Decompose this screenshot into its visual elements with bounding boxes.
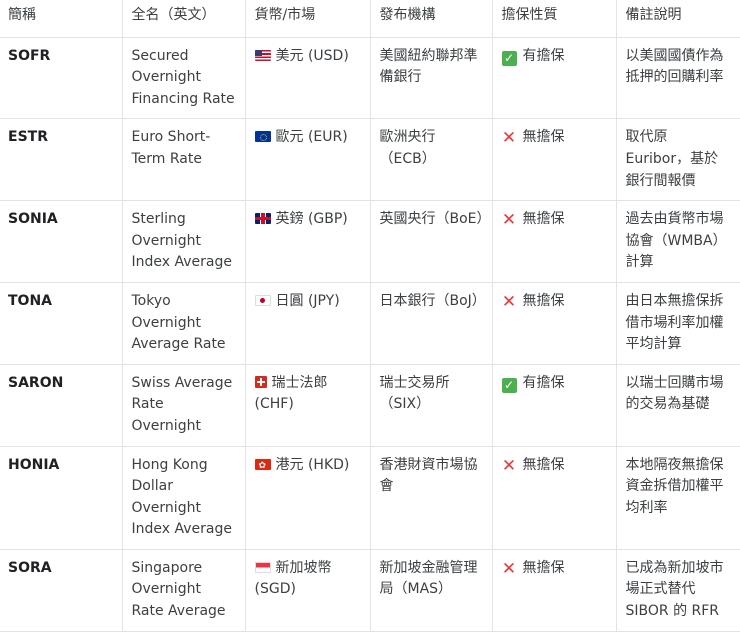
cell-issuer: 英國央行（BoE） <box>369 200 492 283</box>
cell-secured: ✕ 無擔保 <box>491 446 616 550</box>
gb-flag-icon <box>254 213 271 225</box>
sg-flag-icon <box>254 561 271 573</box>
table-row: SARON Swiss Average Rate Overnight 瑞士法郎 (C… <box>0 364 740 447</box>
cell-note: 由日本無擔保拆借市場利率加權平均計算 <box>615 282 740 365</box>
table-row: SONIA Sterling Overnight Index Average 英鎊 … <box>0 200 740 283</box>
secured-label: 有擔保 <box>522 47 565 64</box>
table-row: HONIA Hong Kong Dollar Overnight Index Av… <box>0 446 740 550</box>
rfr-table: 簡稱 全名（英文） 貨幣/市場 發布機構 擔保性質 備註說明 SOFR Secur… <box>0 0 740 632</box>
cross-icon: ✕ <box>501 210 517 231</box>
cell-note: 取代原 Euribor，基於銀行間報價 <box>615 118 740 202</box>
table-row: ESTR Euro Short-Term Rate 歐元 (EUR) 歐洲央行（ECB… <box>0 118 740 202</box>
cell-name: Swiss Average Rate Overnight <box>121 364 245 447</box>
cell-currency: 英鎊 (GBP) <box>244 200 370 283</box>
cell-currency: 瑞士法郎 (CHF) <box>244 364 370 447</box>
currency-label: 英鎊 (GBP) <box>275 211 348 228</box>
check-icon: ✓ <box>501 50 517 66</box>
jp-flag-icon <box>254 294 271 306</box>
cell-note: 已成為新加坡市場正式替代 SIBOR 的 RFR <box>615 549 740 632</box>
hk-flag-icon <box>254 458 271 470</box>
cell-name: Singapore Overnight Rate Average <box>121 549 245 632</box>
cell-secured: ✓ 有擔保 <box>491 364 616 447</box>
cell-abbr: SONIA <box>0 200 122 283</box>
cell-secured: ✕ 無擔保 <box>491 549 616 632</box>
header-abbr: 簡稱 <box>0 0 122 38</box>
cell-name: Hong Kong Dollar Overnight Index Average <box>121 446 245 550</box>
currency-label: 日圓 (JPY) <box>275 292 340 309</box>
cell-name: Secured Overnight Financing Rate <box>121 37 245 120</box>
cell-abbr: SARON <box>0 364 122 447</box>
secured-label: 有擔保 <box>522 374 565 391</box>
cell-note: 以美國國債作為抵押的回購利率 <box>615 37 740 120</box>
us-flag-icon <box>254 49 271 61</box>
cell-abbr: SORA <box>0 549 122 632</box>
secured-label: 無擔保 <box>522 559 565 576</box>
cell-abbr: HONIA <box>0 446 122 550</box>
secured-label: 無擔保 <box>522 456 565 473</box>
secured-label: 無擔保 <box>522 292 565 309</box>
cell-issuer: 新加坡金融管理局（MAS） <box>369 549 492 632</box>
cross-icon: ✕ <box>501 291 517 312</box>
cell-currency: 歐元 (EUR) <box>244 118 370 202</box>
cell-currency: 美元 (USD) <box>244 37 370 120</box>
eu-flag-icon <box>254 131 271 143</box>
ch-flag-icon <box>254 375 267 388</box>
secured-label: 無擔保 <box>522 211 565 228</box>
cell-issuer: 歐洲央行（ECB） <box>369 118 492 202</box>
header-issuer: 發布機構 <box>369 0 492 38</box>
secured-label: 無擔保 <box>522 129 565 146</box>
cell-currency: 日圓 (JPY) <box>244 282 370 365</box>
table-row: TONA Tokyo Overnight Average Rate 日圓 (JPY)… <box>0 282 740 365</box>
cell-name: Euro Short-Term Rate <box>121 118 245 202</box>
cell-issuer: 瑞士交易所（SIX） <box>369 364 492 447</box>
header-row: 簡稱 全名（英文） 貨幣/市場 發布機構 擔保性質 備註說明 <box>0 0 740 38</box>
currency-label: 美元 (USD) <box>275 47 349 64</box>
cell-abbr: TONA <box>0 282 122 365</box>
cell-name: Sterling Overnight Index Average <box>121 200 245 283</box>
cell-currency: 港元 (HKD) <box>244 446 370 550</box>
cell-issuer: 香港財資市場協會 <box>369 446 492 550</box>
currency-label: 歐元 (EUR) <box>275 129 348 146</box>
header-secured: 擔保性質 <box>491 0 616 38</box>
cross-icon: ✕ <box>501 128 517 149</box>
cell-issuer: 日本銀行（BoJ） <box>369 282 492 365</box>
cell-note: 過去由貨幣市場協會（WMBA）計算 <box>615 200 740 283</box>
cell-note: 以瑞士回購市場的交易為基礎 <box>615 364 740 447</box>
cell-secured: ✓ 有擔保 <box>491 37 616 120</box>
cell-currency: 新加坡幣 (SGD) <box>244 549 370 632</box>
header-name: 全名（英文） <box>121 0 245 38</box>
cell-name: Tokyo Overnight Average Rate <box>121 282 245 365</box>
table-row: SORA Singapore Overnight Rate Average 新加坡幣… <box>0 549 740 632</box>
cell-note: 本地隔夜無擔保資金拆借加權平均利率 <box>615 446 740 550</box>
cell-abbr: ESTR <box>0 118 122 202</box>
cell-secured: ✕ 無擔保 <box>491 200 616 283</box>
currency-label: 港元 (HKD) <box>275 456 350 473</box>
header-note: 備註說明 <box>615 0 740 38</box>
cross-icon: ✕ <box>501 455 517 476</box>
header-currency: 貨幣/市場 <box>244 0 370 38</box>
cell-secured: ✕ 無擔保 <box>491 118 616 202</box>
cell-secured: ✕ 無擔保 <box>491 282 616 365</box>
check-icon: ✓ <box>501 377 517 393</box>
cross-icon: ✕ <box>501 558 517 579</box>
table-row: SOFR Secured Overnight Financing Rate 美元 (… <box>0 37 740 120</box>
cell-abbr: SOFR <box>0 37 122 120</box>
cell-issuer: 美國紐約聯邦準備銀行 <box>369 37 492 120</box>
